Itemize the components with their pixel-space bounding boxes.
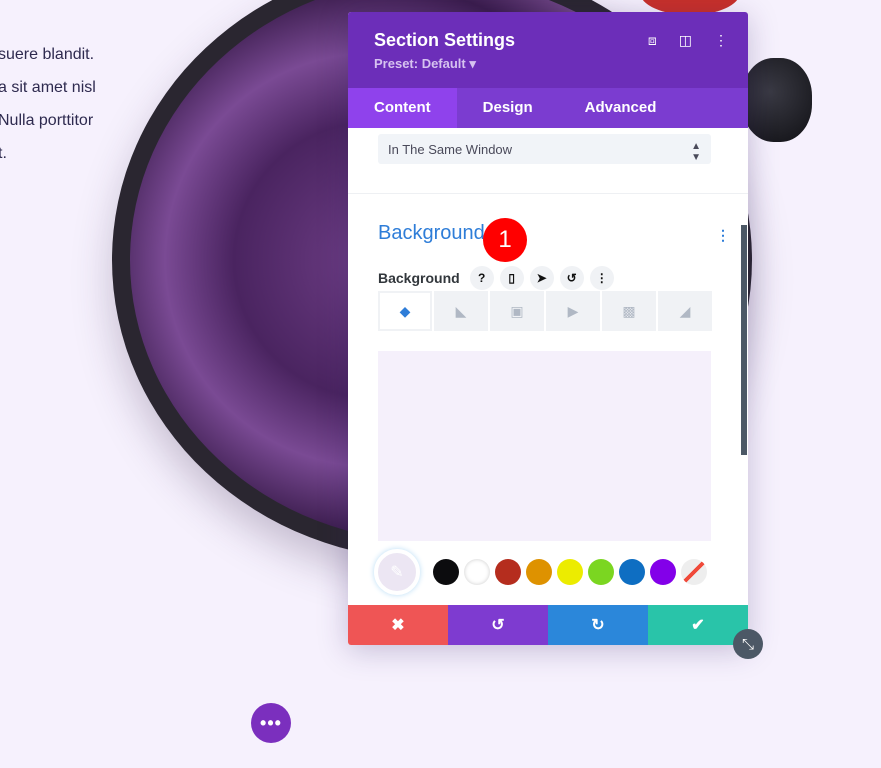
- color-preview[interactable]: [378, 351, 711, 541]
- pattern-icon[interactable]: ▩: [602, 291, 656, 331]
- section-settings-modal: Section Settings Preset: Default ▾ ⧈ ◫ ⋮…: [348, 12, 748, 645]
- background-type-tabs: ◆ ◣ ▣ ▶ ▩ ◢: [378, 291, 712, 331]
- swatch[interactable]: [619, 559, 645, 585]
- modal-footer: ✖ ↺ ↻ ✔: [348, 605, 748, 645]
- eyedropper-icon[interactable]: ✎: [374, 549, 420, 595]
- hover-cursor-icon[interactable]: ➤: [529, 266, 554, 290]
- divider: [348, 193, 748, 194]
- blackberry-image: [742, 58, 812, 142]
- scrollbar[interactable]: [741, 225, 747, 455]
- mask-icon[interactable]: ◢: [658, 291, 712, 331]
- resize-icon[interactable]: ⤡: [733, 629, 763, 659]
- body-text: suere blandit. a sit amet nisl Nulla por…: [0, 38, 96, 170]
- select-arrows-icon: ▲ ▼: [691, 141, 701, 163]
- modal-header: Section Settings Preset: Default ▾ ⧈ ◫ ⋮: [348, 12, 748, 88]
- image-icon[interactable]: ▣: [490, 291, 544, 331]
- cancel-button[interactable]: ✖: [348, 605, 448, 645]
- tab-content[interactable]: Content: [348, 88, 457, 128]
- swatch[interactable]: [495, 559, 521, 585]
- focus-icon[interactable]: ⧈: [648, 32, 657, 49]
- more-vertical-icon[interactable]: ⋮: [714, 32, 728, 49]
- text-line: a sit amet nisl: [0, 79, 96, 96]
- responsive-phone-icon[interactable]: ▯: [499, 266, 524, 290]
- more-options-icon[interactable]: ⋮: [589, 266, 614, 290]
- swatch[interactable]: [588, 559, 614, 585]
- select-value: In The Same Window: [388, 142, 513, 157]
- preset-dropdown[interactable]: Preset: Default ▾: [374, 56, 722, 72]
- more-button[interactable]: •••: [251, 703, 291, 743]
- tab-advanced[interactable]: Advanced: [559, 88, 683, 128]
- help-icon[interactable]: ?: [469, 266, 494, 290]
- tab-bar: Content Design Advanced: [348, 88, 748, 128]
- swatch[interactable]: [526, 559, 552, 585]
- swatch[interactable]: [433, 559, 459, 585]
- link-target-select[interactable]: In The Same Window ▲ ▼: [378, 134, 711, 164]
- step-badge: 1: [483, 218, 527, 262]
- undo-button[interactable]: ↺: [448, 605, 548, 645]
- background-label: Background: [378, 270, 460, 286]
- swatch[interactable]: [557, 559, 583, 585]
- redo-button[interactable]: ↻: [548, 605, 648, 645]
- gradient-icon[interactable]: ◣: [434, 291, 488, 331]
- sidebar-layout-icon[interactable]: ◫: [679, 32, 692, 49]
- tab-design[interactable]: Design: [457, 88, 559, 128]
- paint-bucket-icon[interactable]: ◆: [378, 291, 432, 331]
- section-more-icon[interactable]: ⋮: [716, 227, 730, 244]
- text-line: t.: [0, 145, 7, 162]
- text-line: suere blandit.: [0, 46, 95, 63]
- text-line: Nulla porttitor: [0, 112, 94, 129]
- color-swatches: ✎: [374, 549, 707, 595]
- swatch[interactable]: [464, 559, 490, 585]
- background-section-title[interactable]: Background: [378, 222, 485, 245]
- reset-icon[interactable]: ↺: [559, 266, 584, 290]
- video-icon[interactable]: ▶: [546, 291, 600, 331]
- swatch[interactable]: [650, 559, 676, 585]
- swatch-transparent[interactable]: [681, 559, 707, 585]
